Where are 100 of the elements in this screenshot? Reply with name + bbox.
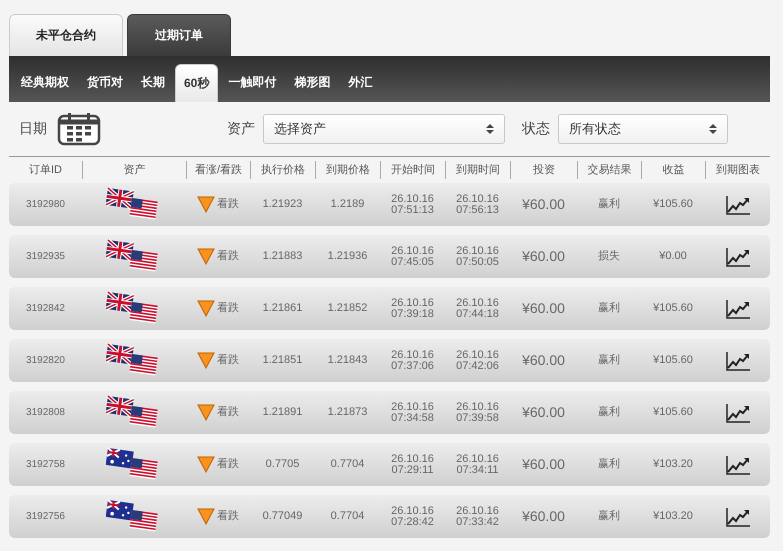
direction-label: 看跌 — [217, 303, 239, 314]
direction-label: 看跌 — [217, 459, 239, 470]
order-id: 3192980 — [25, 199, 66, 210]
line-chart-icon[interactable] — [724, 506, 750, 528]
column-header: 到期价格 — [315, 161, 380, 179]
start-date: 26.10.16 — [391, 194, 434, 204]
status-select[interactable]: 所有状态 — [558, 114, 728, 144]
strike-price: 0.77049 — [262, 511, 304, 522]
direction-label: 看跌 — [217, 251, 239, 262]
end-date: 26.10.16 — [456, 246, 499, 256]
profit: ¥105.60 — [652, 407, 694, 418]
expiry-price: 1.2189 — [330, 199, 366, 210]
start-time: 07:29:11 — [391, 464, 434, 476]
end-date: 26.10.16 — [456, 298, 499, 308]
start-date: 26.10.16 — [391, 350, 434, 360]
expiry-price: 1.21936 — [326, 251, 368, 262]
start-time: 07:28:42 — [391, 516, 434, 528]
trade-result: 损失 — [597, 251, 621, 262]
end-time: 07:50:05 — [456, 256, 499, 268]
profit: ¥105.60 — [652, 199, 694, 210]
start-time: 07:51:13 — [391, 204, 434, 216]
end-date: 26.10.16 — [456, 506, 499, 516]
category-tab[interactable]: 梯形图 — [286, 64, 338, 102]
main-tab[interactable]: 未平仓合约 — [9, 14, 123, 56]
end-time: 07:44:18 — [456, 308, 499, 320]
order-id: 3192842 — [25, 303, 66, 314]
expiry-price: 0.7704 — [330, 459, 366, 470]
order-id: 3192808 — [25, 407, 66, 418]
end-time: 07:34:11 — [456, 464, 498, 476]
profit: ¥105.60 — [652, 355, 694, 366]
line-chart-icon[interactable] — [724, 454, 750, 476]
investment: ¥60.00 — [521, 251, 566, 262]
expiry-price: 1.21852 — [326, 303, 368, 314]
column-header: 到期图表 — [705, 161, 770, 179]
trade-result: 赢利 — [597, 407, 621, 418]
start-time: 07:45:05 — [391, 256, 434, 268]
sort-arrows-icon — [486, 124, 494, 134]
category-tab[interactable]: 外汇 — [340, 64, 380, 102]
strike-price: 1.21883 — [262, 251, 304, 262]
main-tab[interactable]: 过期订单 — [127, 14, 231, 56]
trade-result: 赢利 — [597, 511, 621, 522]
direction-label: 看跌 — [217, 355, 239, 366]
down-triangle-icon — [197, 456, 215, 473]
strike-price: 1.21861 — [262, 303, 304, 314]
column-header: 订单ID — [28, 163, 63, 178]
end-time: 07:39:58 — [456, 412, 499, 424]
expiry-price: 1.21873 — [326, 407, 368, 418]
trade-result: 赢利 — [597, 355, 621, 366]
investment: ¥60.00 — [521, 459, 566, 470]
line-chart-icon[interactable] — [724, 298, 750, 320]
column-header: 到期时间 — [445, 161, 510, 179]
column-header: 执行价格 — [250, 161, 315, 179]
category-tab[interactable]: 经典期权 — [13, 64, 77, 102]
expiry-price: 0.7704 — [330, 511, 366, 522]
column-header: 资产 — [82, 161, 186, 179]
start-time: 07:34:58 — [391, 412, 434, 424]
line-chart-icon[interactable] — [724, 402, 750, 424]
sort-arrows-icon — [709, 124, 717, 134]
down-triangle-icon — [197, 300, 215, 317]
order-id: 3192756 — [25, 511, 66, 522]
start-date: 26.10.16 — [391, 298, 434, 308]
end-time: 07:33:42 — [456, 516, 499, 528]
trade-result: 赢利 — [597, 199, 621, 210]
down-triangle-icon — [197, 352, 215, 369]
down-triangle-icon — [197, 196, 215, 213]
end-time: 07:42:06 — [456, 360, 499, 372]
start-date: 26.10.16 — [391, 402, 434, 412]
column-header: 收益 — [641, 161, 705, 179]
trade-result: 赢利 — [597, 459, 621, 470]
strike-price: 0.7705 — [264, 459, 300, 470]
column-header: 投资 — [510, 161, 577, 179]
category-tab[interactable]: 60秒 — [175, 64, 218, 102]
start-date: 26.10.16 — [391, 506, 434, 516]
end-date: 26.10.16 — [456, 194, 499, 204]
line-chart-icon[interactable] — [724, 246, 750, 268]
direction-label: 看跌 — [217, 407, 239, 418]
category-tab[interactable]: 一触即付 — [220, 64, 284, 102]
category-tab[interactable]: 货币对 — [79, 64, 131, 102]
end-date: 26.10.16 — [456, 402, 499, 412]
start-date: 26.10.16 — [391, 246, 434, 256]
profit: ¥103.20 — [652, 511, 694, 522]
date-label: 日期 — [19, 120, 47, 138]
calendar-icon[interactable] — [57, 112, 101, 146]
profit: ¥105.60 — [652, 303, 694, 314]
direction-label: 看跌 — [217, 199, 239, 210]
order-id: 3192820 — [25, 355, 66, 366]
investment: ¥60.00 — [521, 303, 566, 314]
line-chart-icon[interactable] — [724, 350, 750, 372]
down-triangle-icon — [197, 248, 215, 265]
trade-result: 赢利 — [597, 303, 621, 314]
investment: ¥60.00 — [521, 355, 566, 366]
start-date: 26.10.16 — [391, 454, 434, 464]
asset-select[interactable]: 选择资产 — [263, 114, 505, 144]
strike-price: 1.21891 — [262, 407, 304, 418]
order-id: 3192758 — [25, 459, 66, 470]
investment: ¥60.00 — [521, 407, 566, 418]
line-chart-icon[interactable] — [724, 194, 750, 216]
direction-label: 看跌 — [217, 511, 239, 522]
category-tab[interactable]: 长期 — [133, 64, 173, 102]
profit: ¥103.20 — [652, 459, 694, 470]
